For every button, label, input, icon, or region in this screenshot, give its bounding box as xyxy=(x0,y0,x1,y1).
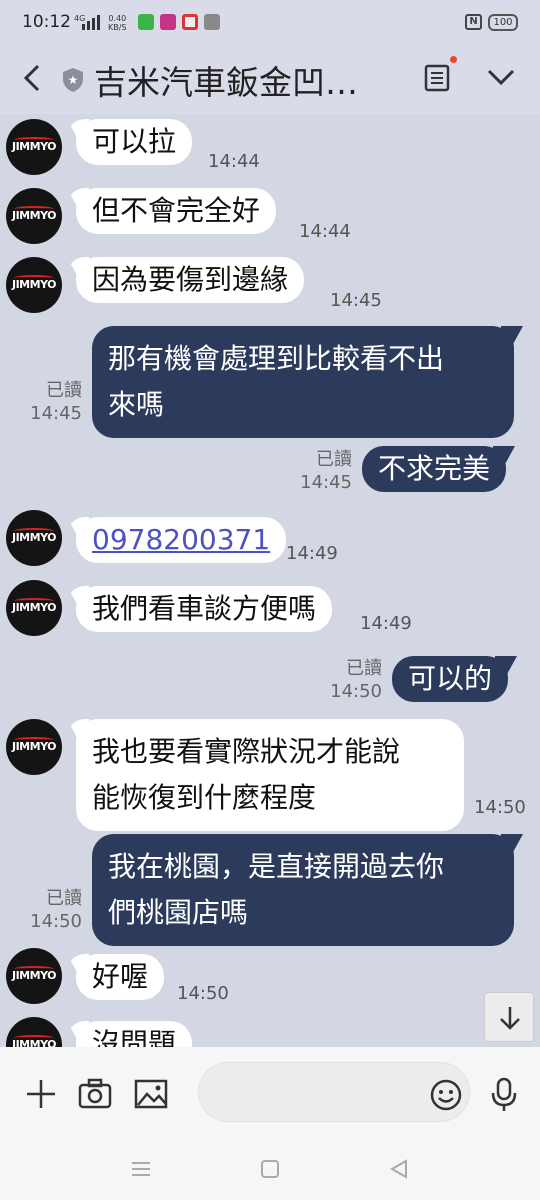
avatar-logo: JIMMYO xyxy=(11,1038,57,1047)
message-time: 14:50 xyxy=(330,681,382,702)
image-icon[interactable] xyxy=(134,1077,168,1111)
avatar-logo: JIMMYO xyxy=(11,531,57,544)
read-label: 已讀 xyxy=(46,380,82,401)
message-bubble[interactable]: 我們看車談方便嗎 xyxy=(76,586,333,632)
message-time: 14:44 xyxy=(208,151,260,172)
status-bar: 10:12 4G 0.40 KB/S N 100 xyxy=(0,0,540,44)
avatar[interactable]: JIMMYO xyxy=(6,1017,62,1047)
message-bubble[interactable]: 但不會完全好 xyxy=(76,188,277,234)
camera-icon[interactable] xyxy=(78,1077,112,1111)
read-receipt: 已讀 14:50 xyxy=(322,657,382,703)
chevron-down-icon[interactable] xyxy=(486,66,516,88)
message-time: 14:50 xyxy=(474,797,526,818)
nav-back-icon[interactable] xyxy=(388,1158,410,1180)
emoji-icon[interactable] xyxy=(430,1079,462,1111)
message-time: 14:45 xyxy=(330,290,382,311)
read-label: 已讀 xyxy=(46,888,82,909)
message-line: 們桃園店嗎 xyxy=(108,896,249,929)
back-arrow-icon[interactable] xyxy=(18,60,48,96)
read-label: 已讀 xyxy=(346,658,382,679)
message-time: 14:50 xyxy=(177,983,229,1004)
shield-icon: ★ xyxy=(63,68,83,92)
message-bubble[interactable]: 因為要傷到邊緣 xyxy=(76,257,305,303)
message-bubble[interactable]: 可以拉 xyxy=(76,119,193,165)
system-nav-bar xyxy=(0,1136,540,1200)
message-line: 能恢復到什麼程度 xyxy=(92,781,317,814)
message-bubble[interactable]: 我也要看實際狀況才能說 能恢復到什麼程度 xyxy=(76,719,464,831)
scroll-down-icon xyxy=(500,1007,520,1030)
scroll-down-button[interactable] xyxy=(484,992,534,1042)
battery-indicator: 100 xyxy=(488,14,518,31)
message-bubble[interactable]: 那有機會處理到比較看不出 來嗎 xyxy=(92,326,514,438)
message-bubble[interactable]: 好喔 xyxy=(76,954,165,1000)
chat-area[interactable]: JIMMYO 可以拉 14:44 JIMMYO 但不會完全好 14:44 JIM… xyxy=(0,114,540,1047)
avatar-logo: JIMMYO xyxy=(11,969,57,982)
read-label: 已讀 xyxy=(316,449,352,470)
message-bubble[interactable]: 沒問題 xyxy=(76,1021,193,1047)
message-bubble[interactable]: 可以的 xyxy=(392,656,509,702)
message-line: 來嗎 xyxy=(108,388,165,421)
status-time: 10:12 xyxy=(22,12,71,32)
avatar-logo: JIMMYO xyxy=(11,140,57,153)
message-bubble[interactable]: 不求完美 xyxy=(362,446,507,492)
avatar[interactable]: JIMMYO xyxy=(6,719,62,775)
phone-link[interactable]: 0978200371 xyxy=(92,523,270,556)
message-app-icon xyxy=(138,14,154,30)
avatar-logo: JIMMYO xyxy=(11,209,57,222)
mic-icon[interactable] xyxy=(490,1077,518,1113)
phone-link-bubble[interactable]: 0978200371 xyxy=(76,517,287,563)
message-time: 14:45 xyxy=(300,472,352,493)
avatar[interactable]: JIMMYO xyxy=(6,188,62,244)
chat-title: 吉米汽車鈑金凹… xyxy=(94,63,358,102)
net-speed-value: 0.40 xyxy=(108,14,127,23)
nav-home-icon[interactable] xyxy=(259,1158,281,1180)
message-line: 我在桃園，是直接開過去你 xyxy=(108,850,445,883)
net-speed-unit: KB/S xyxy=(108,23,127,32)
message-line: 那有機會處理到比較看不出 xyxy=(108,342,445,375)
nfc-icon: N xyxy=(465,14,482,30)
signal-icon xyxy=(82,15,100,30)
notes-icon[interactable] xyxy=(424,64,450,92)
message-line: 我也要看實際狀況才能說 xyxy=(92,735,401,768)
svg-text:★: ★ xyxy=(68,73,79,87)
message-time: 14:45 xyxy=(30,403,82,424)
instagram-icon xyxy=(160,14,176,30)
notification-dot xyxy=(450,56,457,63)
read-receipt: 已讀 14:45 xyxy=(292,448,352,494)
chat-header: ★ 吉米汽車鈑金凹… xyxy=(0,44,540,114)
message-time: 14:49 xyxy=(360,613,412,634)
net-speed: 0.40 KB/S xyxy=(108,14,127,32)
input-bar xyxy=(0,1047,540,1136)
message-time: 14:44 xyxy=(299,221,351,242)
avatar[interactable]: JIMMYO xyxy=(6,948,62,1004)
avatar-logo: JIMMYO xyxy=(11,278,57,291)
avatar[interactable]: JIMMYO xyxy=(6,510,62,566)
avatar[interactable]: JIMMYO xyxy=(6,119,62,175)
avatar[interactable]: JIMMYO xyxy=(6,257,62,313)
read-receipt: 已讀 14:50 xyxy=(22,887,82,933)
message-time: 14:49 xyxy=(286,543,338,564)
message-bubble[interactable]: 我在桃園，是直接開過去你 們桃園店嗎 xyxy=(92,834,514,946)
avatar-logo: JIMMYO xyxy=(11,601,57,614)
read-receipt: 已讀 14:45 xyxy=(22,379,82,425)
app-notification-icon xyxy=(204,14,220,30)
nav-menu-icon[interactable] xyxy=(130,1158,152,1180)
avatar[interactable]: JIMMYO xyxy=(6,580,62,636)
avatar-logo: JIMMYO xyxy=(11,740,57,753)
message-time: 14:50 xyxy=(30,911,82,932)
chrome-icon xyxy=(182,14,198,30)
plus-icon[interactable] xyxy=(24,1077,58,1111)
